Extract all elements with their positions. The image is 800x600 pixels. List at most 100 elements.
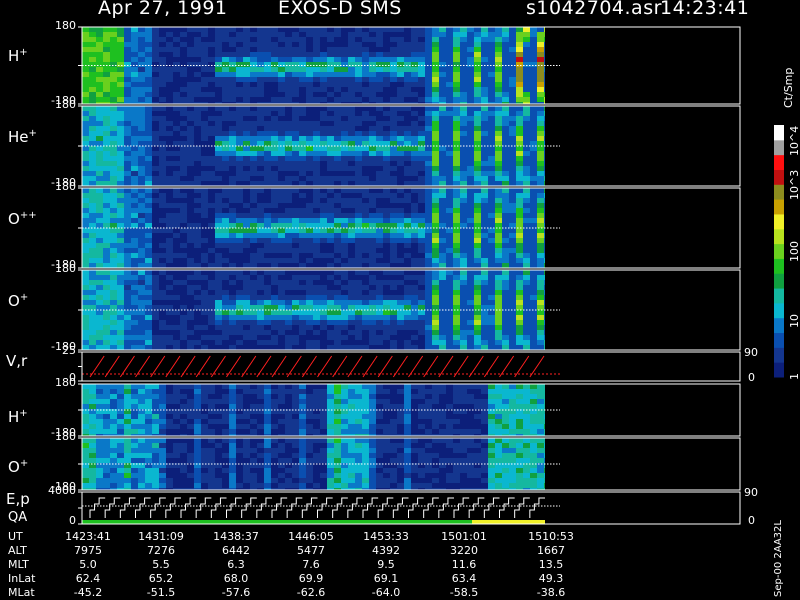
species-name: H bbox=[8, 47, 20, 65]
ephemeris-value: -38.6 bbox=[536, 586, 566, 599]
panel-4 bbox=[78, 269, 741, 351]
ephemeris-value: 62.4 bbox=[75, 572, 101, 585]
ephemeris-value: 5477 bbox=[297, 544, 325, 557]
ephemeris-value: 68.0 bbox=[223, 572, 249, 585]
panel-species-label: V,r bbox=[6, 352, 27, 370]
species-name: He bbox=[8, 128, 29, 146]
ephemeris-value: -45.2 bbox=[73, 586, 103, 599]
y2-tick-max: 90 bbox=[744, 486, 758, 499]
ephemeris-value: 1667 bbox=[537, 544, 565, 557]
ephemeris-value: -57.6 bbox=[221, 586, 251, 599]
ephemeris-value: 13.5 bbox=[538, 558, 564, 571]
colorbar-label: Ct/Smp bbox=[782, 67, 795, 108]
ephemeris-value: 5.0 bbox=[79, 558, 97, 571]
ephemeris-value: 65.2 bbox=[148, 572, 174, 585]
colorbar-swatch bbox=[774, 139, 784, 156]
panel-species-label: O+ bbox=[8, 458, 28, 476]
panel-species-label: H+ bbox=[8, 47, 28, 65]
colorbar-swatch bbox=[774, 302, 784, 319]
panel-sublabel: QA bbox=[8, 510, 28, 525]
spectrogram-plot bbox=[78, 26, 784, 525]
panel-1 bbox=[78, 26, 741, 105]
ephemeris-value: 49.3 bbox=[538, 572, 564, 585]
panel-8 bbox=[78, 491, 741, 525]
species-name: O bbox=[8, 210, 20, 228]
y-tick-max: 180 bbox=[55, 376, 76, 389]
y-tick-max: 4000 bbox=[48, 484, 76, 497]
ephemeris-value: 1423:41 bbox=[65, 530, 111, 543]
species-charge: + bbox=[19, 292, 29, 303]
ephemeris-label: MLT bbox=[8, 558, 29, 571]
colorbar-swatch bbox=[774, 169, 784, 185]
species-charge: + bbox=[28, 128, 37, 139]
colorbar-swatch bbox=[774, 317, 784, 334]
ephemeris-label: UT bbox=[8, 530, 23, 543]
y-tick-min: 0 bbox=[69, 514, 76, 527]
colorbar-swatch bbox=[774, 288, 784, 304]
species-charge: + bbox=[19, 408, 28, 419]
ephemeris-value: 7.6 bbox=[302, 558, 320, 571]
panel-species-label: H+ bbox=[8, 408, 28, 426]
colorbar-tick: 10^3 bbox=[788, 169, 800, 200]
ephemeris-label: InLat bbox=[8, 572, 36, 585]
ephemeris-value: -51.5 bbox=[146, 586, 176, 599]
species-name: O bbox=[8, 292, 20, 310]
ephemeris-value: 3220 bbox=[450, 544, 478, 557]
colorbar-tick: 1 bbox=[788, 373, 800, 380]
colorbar-swatch bbox=[774, 125, 784, 141]
ephemeris-value: 6.3 bbox=[227, 558, 245, 571]
species-name: E,p bbox=[6, 490, 30, 508]
species-charge: ++ bbox=[19, 210, 37, 221]
ephemeris-value: 4392 bbox=[372, 544, 400, 557]
species-name: H bbox=[8, 408, 20, 426]
species-name: V,r bbox=[6, 352, 28, 370]
y-tick-max: 180 bbox=[55, 19, 76, 32]
panel-species-label: O++ bbox=[8, 210, 37, 228]
ephemeris-value: 63.4 bbox=[451, 572, 477, 585]
ephemeris-value: 69.9 bbox=[298, 572, 324, 585]
colorbar-swatch bbox=[774, 184, 784, 200]
ephemeris-value: 1438:37 bbox=[213, 530, 259, 543]
colorbar-swatch bbox=[774, 273, 784, 289]
ephemeris-label: MLat bbox=[8, 586, 35, 599]
footer-id: Sep-00 2AA32L bbox=[773, 520, 784, 597]
panel-7 bbox=[78, 437, 741, 491]
colorbar-tick: 10 bbox=[788, 314, 800, 328]
y-tick-max: 180 bbox=[55, 430, 76, 443]
colorbar-tick: 100 bbox=[788, 241, 800, 262]
ephemeris-value: -64.0 bbox=[371, 586, 401, 599]
panel-species-label: He+ bbox=[8, 128, 37, 146]
y-tick-max: 25 bbox=[62, 344, 76, 357]
ephemeris-value: 6442 bbox=[222, 544, 250, 557]
colorbar-swatch bbox=[774, 243, 784, 259]
panel-2 bbox=[78, 105, 741, 187]
colorbar bbox=[774, 125, 784, 378]
ephemeris-value: 1501:01 bbox=[441, 530, 487, 543]
ephemeris-value: -58.5 bbox=[449, 586, 479, 599]
panel-5 bbox=[78, 351, 741, 382]
colorbar-swatch bbox=[774, 228, 784, 245]
colorbar-swatch bbox=[774, 213, 784, 230]
panel-species-label: O+ bbox=[8, 292, 28, 310]
ephemeris-value: -62.6 bbox=[296, 586, 326, 599]
panel-3 bbox=[78, 187, 741, 269]
y2-tick-min: 0 bbox=[748, 371, 755, 384]
ephemeris-value: 5.5 bbox=[152, 558, 170, 571]
ephemeris-value: 1453:33 bbox=[363, 530, 409, 543]
qa-warn-bar bbox=[472, 520, 545, 524]
ephemeris-value: 1431:09 bbox=[138, 530, 184, 543]
colorbar-swatch bbox=[774, 199, 784, 215]
ephemeris-value: 11.6 bbox=[451, 558, 477, 571]
y-tick-max: 180 bbox=[55, 98, 76, 111]
panel-background bbox=[82, 492, 740, 524]
y-tick-max: 180 bbox=[55, 262, 76, 275]
species-charge: + bbox=[19, 47, 28, 58]
ephemeris-value: 1446:05 bbox=[288, 530, 334, 543]
panel-species-label: E,p bbox=[6, 490, 30, 508]
ephemeris-value: 69.1 bbox=[373, 572, 399, 585]
ephemeris-label: ALT bbox=[8, 544, 27, 557]
y-tick-max: 180 bbox=[55, 180, 76, 193]
ephemeris-value: 7276 bbox=[147, 544, 175, 557]
species-charge: + bbox=[19, 458, 29, 469]
panel-6 bbox=[78, 383, 741, 437]
